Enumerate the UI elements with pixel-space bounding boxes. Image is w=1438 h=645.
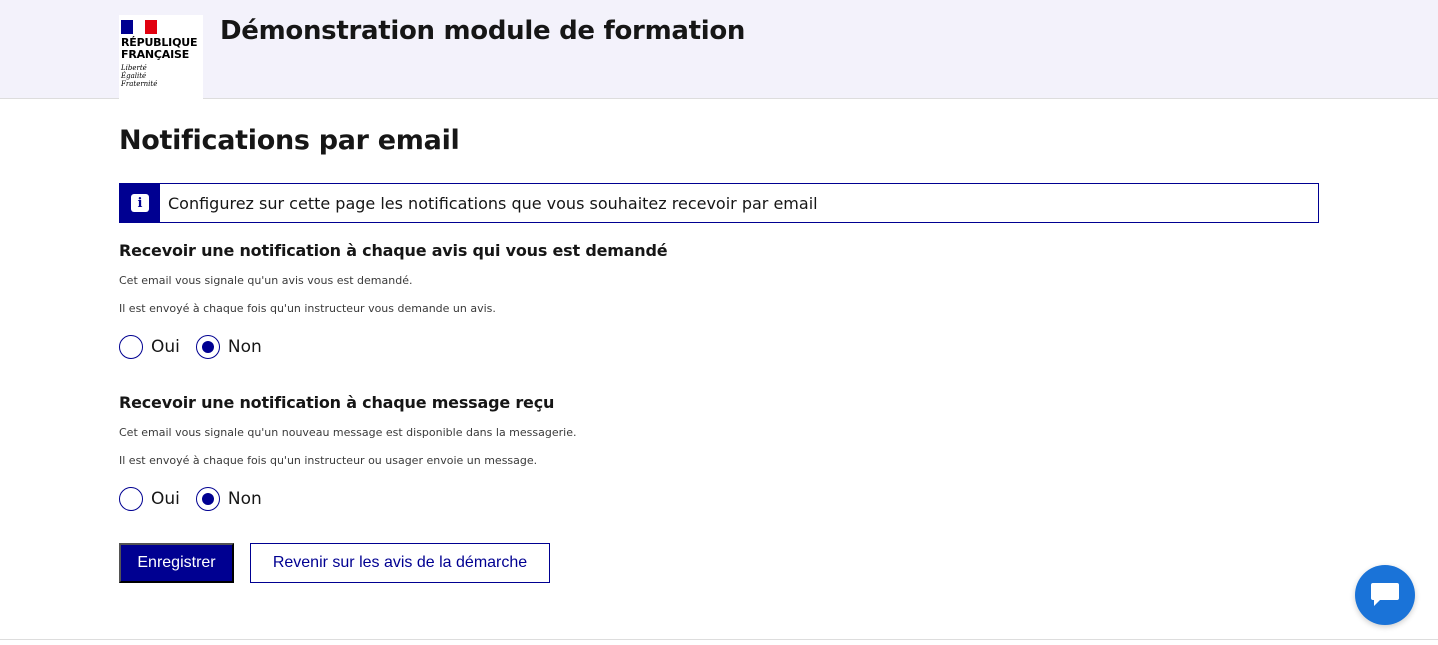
footer-divider	[0, 639, 1438, 640]
motto-liberte: Liberté	[121, 64, 147, 72]
radio-group-avis: Oui Non	[119, 335, 278, 359]
logo-motto: Liberté Égalité Fraternité	[121, 64, 203, 88]
radio-label: Non	[227, 489, 262, 509]
motto-egalite: Égalité	[121, 72, 147, 80]
alert-text: Configurez sur cette page les notificati…	[168, 193, 818, 213]
info-alert: i Configurez sur cette page les notifica…	[119, 183, 1319, 223]
section-title: Recevoir une notification à chaque messa…	[119, 393, 555, 412]
logo-line-2: FRANÇAISE	[121, 48, 190, 61]
section-description-2: Il est envoyé à chaque fois qu'un instru…	[119, 302, 496, 315]
info-icon: i	[131, 194, 149, 212]
section-description-2: Il est envoyé à chaque fois qu'un instru…	[119, 454, 538, 467]
save-button[interactable]: Enregistrer	[119, 543, 234, 583]
notification-section-messages: Recevoir une notification à chaque messa…	[119, 393, 576, 511]
chat-button[interactable]	[1355, 565, 1415, 625]
page-title: Notifications par email	[119, 125, 460, 156]
radio-circle-checked[interactable]	[195, 487, 220, 511]
section-title: Recevoir une notification à chaque avis …	[119, 241, 668, 260]
marianne-flag-icon	[121, 20, 157, 34]
radio-label: Non	[227, 337, 262, 357]
chat-bubble-icon	[1371, 583, 1399, 606]
radio-label: Oui	[151, 337, 180, 357]
notification-section-avis: Recevoir une notification à chaque avis …	[119, 241, 668, 359]
back-to-avis-button[interactable]: Revenir sur les avis de la démarche	[250, 543, 550, 583]
republique-francaise-logo[interactable]: RÉPUBLIQUE FRANÇAISE Liberté Égalité Fra…	[119, 15, 203, 99]
radio-oui-avis[interactable]: Oui	[119, 335, 180, 359]
radio-circle[interactable]	[119, 487, 143, 511]
radio-oui-messages[interactable]: Oui	[119, 487, 180, 511]
radio-group-messages: Oui Non	[119, 487, 278, 511]
radio-non-avis[interactable]: Non	[195, 335, 262, 359]
motto-fraternite: Fraternité	[121, 80, 158, 88]
section-description-1: Cet email vous signale qu'un avis vous e…	[119, 274, 413, 287]
site-header: RÉPUBLIQUE FRANÇAISE Liberté Égalité Fra…	[0, 0, 1438, 99]
radio-label: Oui	[151, 489, 180, 509]
site-title[interactable]: Démonstration module de formation	[220, 16, 745, 46]
section-description-1: Cet email vous signale qu'un nouveau mes…	[119, 426, 577, 439]
alert-icon-box: i	[120, 184, 160, 222]
radio-circle[interactable]	[119, 335, 143, 359]
radio-non-messages[interactable]: Non	[195, 487, 262, 511]
radio-circle-checked[interactable]	[195, 335, 220, 359]
